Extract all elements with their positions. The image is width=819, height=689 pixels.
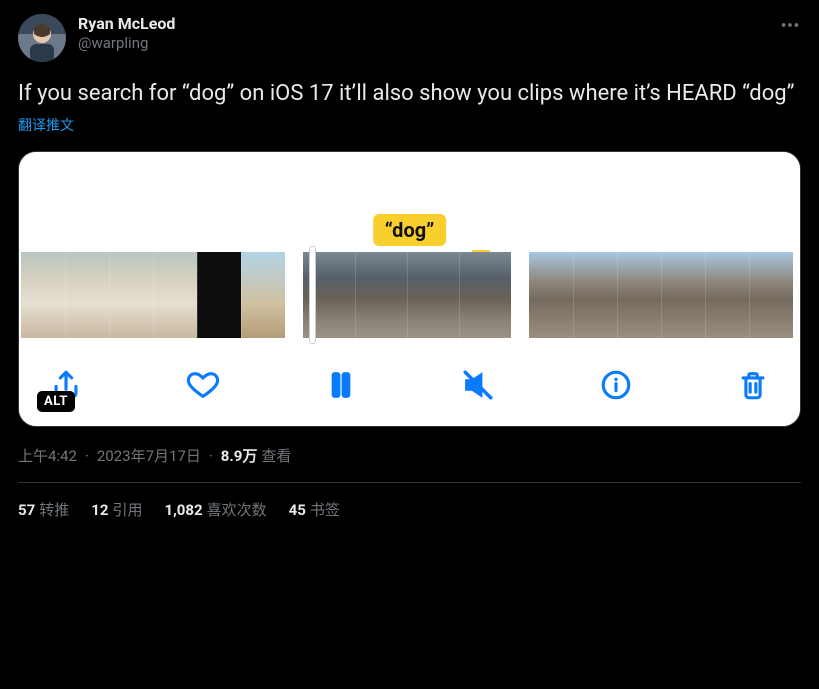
tweet-stats: 57转推 12引用 1,082 喜欢次数 45书签 (18, 499, 801, 520)
views-count[interactable]: 8.9万 (221, 445, 258, 466)
pause-icon (324, 368, 358, 402)
speaker-muted-icon (461, 368, 495, 402)
timeline-frame (65, 252, 109, 338)
alt-badge[interactable]: ALT (37, 391, 75, 412)
timeline-frame (459, 252, 511, 338)
retweets-stat[interactable]: 57转推 (18, 499, 69, 520)
timeline-frame (529, 252, 573, 338)
timeline-frame (153, 252, 197, 338)
meta-separator (205, 447, 217, 465)
timeline-frame (109, 252, 153, 338)
video-timeline[interactable] (19, 252, 800, 348)
likes-count: 1,082 (164, 501, 202, 519)
tweet-time[interactable]: 上午4:42 (18, 445, 77, 466)
quotes-label: 引用 (112, 501, 142, 519)
display-name[interactable]: Ryan McLeod (78, 14, 175, 34)
more-options-button[interactable] (779, 14, 801, 41)
timeline-frame (21, 252, 65, 338)
timeline-frame (355, 252, 407, 338)
info-button[interactable] (597, 366, 635, 404)
timeline-frame (241, 252, 285, 338)
avatar[interactable] (18, 14, 66, 62)
timeline-frame (705, 252, 749, 338)
retweets-label: 转推 (39, 501, 69, 519)
media-preview-area: “dog” (19, 152, 800, 252)
like-button[interactable] (184, 366, 222, 404)
likes-label: 喜欢次数 (207, 501, 267, 519)
divider (18, 482, 801, 483)
timeline-frame (303, 252, 355, 338)
quotes-stat[interactable]: 12引用 (91, 499, 142, 520)
timeline-frame (573, 252, 617, 338)
clip-group[interactable] (21, 252, 285, 338)
clip-group[interactable] (529, 252, 793, 338)
timeline-frame (661, 252, 705, 338)
views-label: 查看 (261, 445, 291, 466)
meta-separator (81, 447, 93, 465)
info-icon (599, 368, 633, 402)
user-info: Ryan McLeod @warpling (78, 14, 175, 53)
bookmarks-stat[interactable]: 45书签 (289, 499, 340, 520)
timeline-frame (407, 252, 459, 338)
quotes-count: 12 (91, 501, 108, 519)
tweet-text: If you search for “dog” on iOS 17 it’ll … (18, 80, 801, 109)
timeline-frame (197, 252, 241, 338)
bookmarks-label: 书签 (310, 501, 340, 519)
retweets-count: 57 (18, 501, 35, 519)
tweet-date[interactable]: 2023年7月17日 (97, 445, 201, 466)
tweet-meta: 上午4:42 2023年7月17日 8.9万 查看 (18, 445, 801, 466)
bookmarks-count: 45 (289, 501, 306, 519)
user-handle[interactable]: @warpling (78, 34, 175, 53)
timeline-frame (617, 252, 661, 338)
search-tag-label: “dog” (373, 214, 447, 246)
delete-button[interactable] (734, 366, 772, 404)
media-card[interactable]: “dog” (18, 151, 801, 427)
tweet-header: Ryan McLeod @warpling (18, 14, 801, 62)
mute-button[interactable] (459, 366, 497, 404)
media-toolbar (19, 348, 800, 426)
likes-stat[interactable]: 1,082 喜欢次数 (164, 499, 266, 520)
heart-icon (186, 368, 220, 402)
pause-button[interactable] (322, 366, 360, 404)
translate-link[interactable]: 翻译推文 (18, 115, 74, 135)
clip-group[interactable] (303, 252, 511, 338)
trash-icon (736, 368, 770, 402)
timeline-frame (749, 252, 793, 338)
